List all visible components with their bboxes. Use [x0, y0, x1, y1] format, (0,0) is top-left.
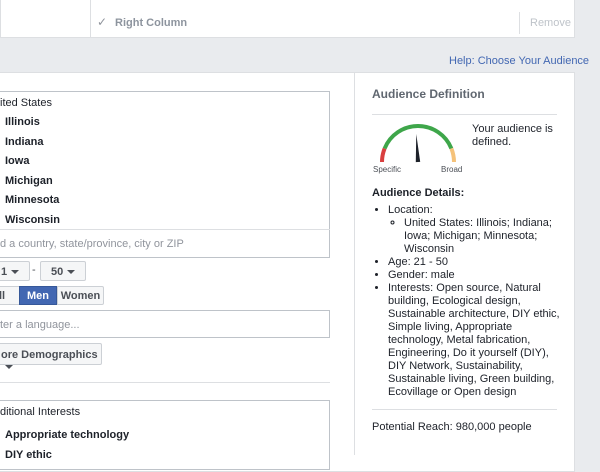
location-country: ited States [0, 97, 52, 109]
interest-item[interactable]: DIY ethic [5, 449, 52, 461]
remove-link[interactable]: Remove [530, 17, 571, 29]
audience-details-list: Location: United States: Illinois; India… [372, 204, 562, 399]
audience-definition-title: Audience Definition [372, 87, 485, 101]
location-state[interactable]: Indiana [5, 136, 44, 148]
location-input-divider [0, 229, 330, 230]
location-state[interactable]: Illinois [5, 116, 40, 128]
age-separator: - [32, 264, 36, 276]
chevron-down-icon [67, 270, 76, 275]
top-divider [90, 0, 91, 38]
potential-reach: Potential Reach: 980,000 people [372, 421, 532, 433]
language-input[interactable]: ter a language... [0, 319, 80, 331]
age-max-select[interactable]: 50 [40, 261, 86, 281]
detail-gender: Gender: male [388, 269, 562, 282]
right-column-label: Right Column [115, 17, 188, 29]
gauge-specific-label: Specific [373, 165, 402, 174]
location-state[interactable]: Michigan [5, 175, 53, 187]
interest-item[interactable]: Appropriate technology [5, 429, 129, 441]
gauge-needle [415, 134, 421, 163]
detail-age: Age: 21 - 50 [388, 256, 562, 269]
location-state[interactable]: Wisconsin [5, 214, 60, 226]
age-min-select[interactable]: 1 [0, 261, 30, 281]
interests-title: ditional Interests [0, 406, 81, 418]
top-panel [0, 0, 575, 38]
section-divider [0, 382, 330, 383]
chevron-down-icon [5, 365, 13, 370]
location-input[interactable]: d a country, state/province, city or ZIP [0, 238, 184, 250]
more-demographics-button[interactable]: ore Demographics [0, 343, 102, 370]
location-state[interactable]: Minnesota [5, 194, 59, 206]
chevron-down-icon [11, 270, 20, 275]
audience-gauge [379, 123, 457, 163]
gender-men-button[interactable]: Men [19, 286, 57, 305]
audience-defined-text: Your audience is defined. [472, 123, 553, 148]
gender-all-button[interactable]: ll [0, 286, 20, 305]
detail-location: Location: United States: Illinois; India… [388, 204, 562, 256]
gauge-broad-label: Broad [441, 165, 463, 174]
audience-divider [372, 114, 557, 115]
column-divider [354, 72, 355, 455]
gauge-arc-defined [382, 123, 454, 150]
help-choose-audience-link[interactable]: Help: Choose Your Audience [449, 55, 589, 67]
detail-interests: Interests: Open source, Natural building… [388, 282, 562, 399]
detail-location-value: United States: Illinois; Indiana; Iowa; … [404, 217, 562, 256]
gender-women-button[interactable]: Women [57, 286, 104, 305]
reach-divider [372, 409, 557, 410]
gauge-arc-specific [379, 147, 387, 163]
gauge-arc-broad [449, 147, 457, 163]
check-icon: ✓ [97, 15, 108, 29]
location-state[interactable]: Iowa [5, 155, 29, 167]
audience-details-title: Audience Details: [372, 187, 465, 199]
remove-divider [519, 12, 520, 34]
